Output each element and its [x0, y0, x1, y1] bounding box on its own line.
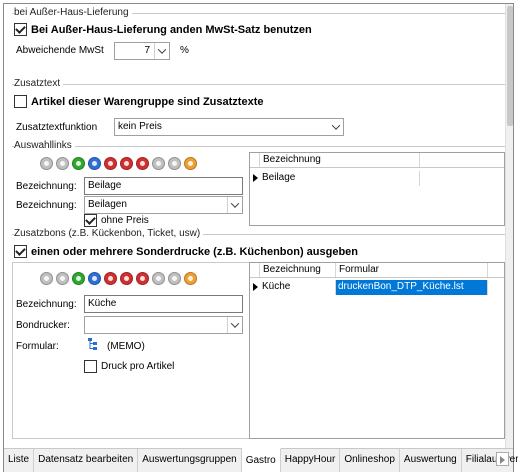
mwst-select[interactable]: 7: [114, 42, 170, 60]
sonderdrucke-checkbox-label: einen oder mehrere Sonderdrucke (z.B. Kü…: [31, 245, 359, 258]
zusatztext-checkbox[interactable]: Artikel dieser Warengruppe sind Zusatzte…: [14, 95, 263, 108]
tab-auswertung[interactable]: Auswertung: [400, 449, 462, 472]
row-indicator-icon: [250, 280, 260, 295]
zusatztextfunktion-value: kein Preis: [118, 121, 162, 132]
first-icon[interactable]: [40, 157, 53, 170]
grid-header-bezeichnung[interactable]: Bezeichnung: [260, 263, 336, 277]
tab-filialauswertung[interactable]: Filialauswertung: [462, 449, 518, 472]
divider: [12, 146, 505, 147]
checkbox-box[interactable]: [14, 245, 27, 258]
vertical-scrollbar[interactable]: [505, 4, 513, 448]
checkbox-box[interactable]: [14, 23, 27, 36]
tab-bar: Liste Datensatz bearbeiten Auswertungsgrup…: [4, 448, 518, 472]
druck-pro-artikel-checkbox[interactable]: Druck pro Artikel: [84, 360, 174, 373]
edit-icon[interactable]: [184, 272, 197, 285]
divider: [12, 84, 505, 85]
tab-liste[interactable]: Liste: [4, 449, 35, 472]
formular-label: Formular:: [16, 341, 59, 352]
main-frame: bei Außer-Haus-Lieferung Bei Außer-Haus-…: [3, 3, 518, 472]
row-indicator-icon: [250, 171, 260, 186]
filter-icon[interactable]: [168, 157, 181, 170]
cancel-icon[interactable]: [120, 157, 133, 170]
bez2-value: Beilagen: [88, 199, 127, 210]
mwst-label: Abweichende MwSt: [16, 45, 104, 56]
refresh-icon[interactable]: [152, 272, 165, 285]
bez2-select[interactable]: Beilagen: [84, 196, 243, 214]
checkbox-box[interactable]: [84, 214, 97, 227]
tab-scroll-right-icon[interactable]: [496, 452, 509, 466]
grid-cell-formular[interactable]: druckenBon_DTP_Küche.lst: [336, 280, 488, 295]
tree-icon[interactable]: [88, 338, 98, 350]
auswahllinks-grid[interactable]: Bezeichnung Beilage: [249, 152, 505, 226]
grid-header-formular[interactable]: Formular: [336, 263, 488, 277]
section-title-ausser-haus: bei Außer-Haus-Lieferung: [14, 7, 132, 18]
refresh-icon[interactable]: [152, 157, 165, 170]
druck-pro-artikel-label: Druck pro Artikel: [101, 361, 175, 372]
chevron-down-icon[interactable]: [328, 119, 343, 135]
tab-auswertungsgruppen[interactable]: Auswertungsgruppen: [138, 449, 242, 472]
play-icon[interactable]: [72, 157, 85, 170]
next-icon[interactable]: [88, 272, 101, 285]
bondrucker-select[interactable]: [84, 316, 243, 334]
next-icon[interactable]: [88, 157, 101, 170]
delete-icon[interactable]: [104, 272, 117, 285]
grid-cell[interactable]: Beilage: [260, 171, 420, 186]
chevron-down-icon[interactable]: [227, 197, 242, 213]
grid-header: Bezeichnung Formular: [250, 263, 504, 278]
section-title-auswahllinks: Auswahllinks: [14, 140, 75, 151]
section-title-zusatzbons: Zusatzbons (z.B. Kückenbon, Ticket, usw): [14, 228, 204, 239]
chevron-down-icon[interactable]: [154, 43, 169, 59]
table-row[interactable]: Küche druckenBon_DTP_Küche.lst: [250, 280, 504, 295]
zusatztextfunktion-label: Zusatztextfunktion: [16, 122, 98, 133]
bez-label: Bezeichnung:: [16, 299, 77, 310]
grid-indicator-header: [250, 263, 260, 277]
chevron-down-icon[interactable]: [227, 317, 242, 333]
ohne-preis-label: ohne Preis: [101, 215, 149, 226]
bez1-label: Bezeichnung:: [16, 181, 77, 192]
filter-icon[interactable]: [168, 272, 181, 285]
ohne-preis-checkbox[interactable]: ohne Preis: [84, 214, 149, 227]
scroll-area: bei Außer-Haus-Lieferung Bei Außer-Haus-…: [4, 4, 513, 448]
ausser-haus-checkbox[interactable]: Bei Außer-Haus-Lieferung anden MwSt-Satz…: [14, 23, 312, 36]
table-row[interactable]: Beilage: [250, 171, 504, 186]
stop-icon[interactable]: [136, 157, 149, 170]
cancel-icon[interactable]: [120, 272, 133, 285]
section-title-zusatztext: Zusatztext: [14, 78, 64, 89]
bez-input[interactable]: Küche: [84, 295, 243, 313]
zusatzbons-toolbar: [40, 272, 197, 285]
bez2-label: Bezeichnung:: [16, 200, 77, 211]
percent-label: %: [180, 45, 189, 56]
bez1-input[interactable]: Beilage: [84, 177, 243, 195]
prev-icon[interactable]: [56, 272, 69, 285]
ausser-haus-checkbox-label: Bei Außer-Haus-Lieferung anden MwSt-Satz…: [31, 23, 312, 36]
edit-icon[interactable]: [184, 157, 197, 170]
sonderdrucke-checkbox[interactable]: einen oder mehrere Sonderdrucke (z.B. Kü…: [14, 245, 358, 258]
prev-icon[interactable]: [56, 157, 69, 170]
tab-happyhour[interactable]: HappyHour: [281, 449, 341, 472]
bondrucker-label: Bondrucker:: [16, 320, 70, 331]
grid-indicator-header: [250, 153, 260, 167]
scrollbar-thumb[interactable]: [507, 6, 513, 126]
zusatzbons-grid[interactable]: Bezeichnung Formular Küche druckenBon_DT…: [249, 262, 505, 439]
checkbox-box[interactable]: [14, 95, 27, 108]
tab-datensatz-bearbeiten[interactable]: Datensatz bearbeiten: [34, 449, 139, 472]
zusatztextfunktion-select[interactable]: kein Preis: [114, 118, 344, 136]
tab-gastro[interactable]: Gastro: [241, 448, 281, 472]
formular-memo-value[interactable]: (MEMO): [107, 341, 145, 352]
grid-cell-bezeichnung[interactable]: Küche: [260, 280, 336, 295]
first-icon[interactable]: [40, 272, 53, 285]
grid-header: Bezeichnung: [250, 153, 504, 168]
auswahllinks-toolbar: [40, 157, 197, 170]
grid-header-bezeichnung[interactable]: Bezeichnung: [260, 153, 420, 167]
mwst-value: 7: [144, 45, 150, 56]
tab-onlineshop[interactable]: Onlineshop: [340, 449, 400, 472]
checkbox-box[interactable]: [84, 360, 97, 373]
delete-icon[interactable]: [104, 157, 117, 170]
stop-icon[interactable]: [136, 272, 149, 285]
play-icon[interactable]: [72, 272, 85, 285]
zusatztext-checkbox-label: Artikel dieser Warengruppe sind Zusatzte…: [31, 95, 264, 108]
